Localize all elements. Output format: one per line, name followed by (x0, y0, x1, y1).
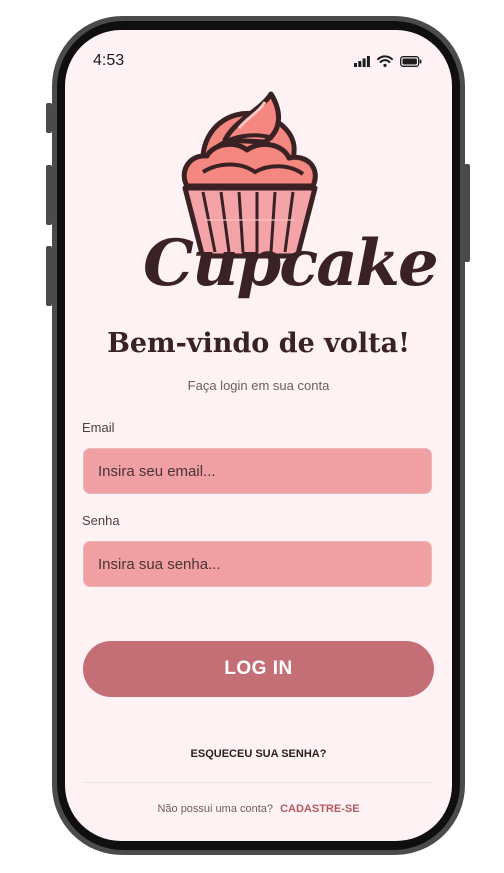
signup-link[interactable]: CADASTRE-SE (280, 803, 359, 815)
logo-wordmark: Cupcake (143, 226, 439, 301)
battery-icon (400, 55, 422, 67)
welcome-subtitle: Faça login em sua conta (187, 378, 330, 393)
password-field[interactable] (83, 541, 432, 587)
app-screen: 4:53 Cupcake Bem-vindo de volta! Faça lo… (65, 30, 452, 841)
signup-prompt: Não possui uma conta? (157, 803, 274, 815)
divider (83, 782, 434, 783)
email-field[interactable] (83, 448, 432, 494)
wifi-icon (377, 55, 393, 67)
welcome-title: Bem-vindo de volta! (107, 328, 410, 359)
signal-icon (354, 55, 370, 67)
status-time: 4:53 (93, 52, 125, 69)
signup-row: Não possui uma conta? CADASTRE-SE (65, 803, 452, 815)
password-label: Senha (82, 513, 120, 528)
login-button[interactable]: LOG IN (83, 641, 434, 697)
forgot-password-link[interactable]: ESQUECEU SUA SENHA? (65, 748, 452, 760)
email-label: Email (82, 420, 115, 435)
phone-frame: 4:53 Cupcake Bem-vindo de volta! Faça lo… (52, 16, 465, 855)
status-icons (354, 55, 422, 67)
cupcake-logo: Cupcake (143, 88, 439, 308)
